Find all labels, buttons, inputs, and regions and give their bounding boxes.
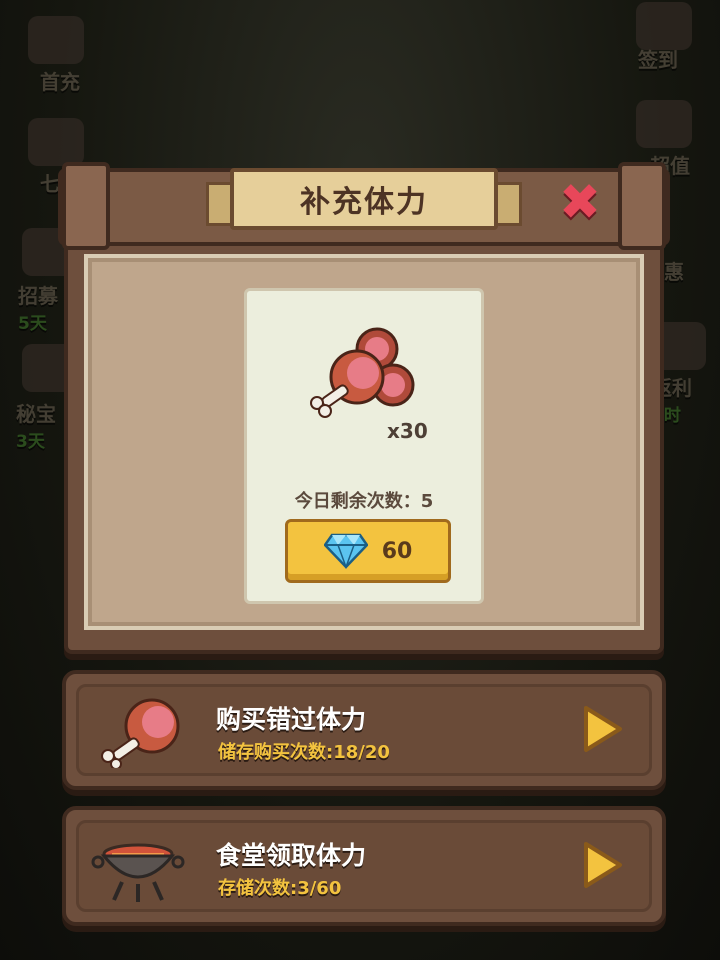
hud-label-seven: 七	[40, 172, 60, 196]
hud-label-signin: 签到	[638, 48, 678, 72]
hud-label-discount: 惠	[664, 260, 684, 284]
hud-icon-signin	[636, 2, 692, 50]
hud-label-first-charge: 首充	[40, 70, 80, 94]
buy-with-diamond-button[interactable]: 60	[285, 519, 451, 583]
option-title: 食堂领取体力	[216, 841, 367, 870]
canteen-stamina-option[interactable]: 食堂领取体力 存储次数:3/60	[62, 806, 666, 926]
hud-icon-seven	[28, 118, 84, 166]
remaining-count: 今日剩余次数：5	[294, 491, 434, 512]
diamond-icon	[323, 533, 368, 569]
hud-icon-first-charge	[28, 16, 84, 64]
close-x-icon: ✖	[559, 173, 601, 231]
hud-label-treasure: 秘宝 3天	[16, 402, 56, 452]
header-post-left	[62, 162, 110, 250]
play-arrow-icon	[584, 706, 622, 752]
play-arrow-icon	[584, 842, 622, 888]
meat-leg-icon	[101, 698, 180, 768]
stamina-item-card: x30 今日剩余次数：5 60	[244, 288, 484, 604]
option-subtitle: 储存购买次数:18/20	[218, 742, 390, 763]
price-label: 60	[381, 538, 413, 564]
grill-icon	[91, 843, 185, 902]
header-post-right	[618, 162, 666, 250]
item-quantity: x30	[387, 419, 428, 443]
hud-label-recruit: 招募 5天	[18, 284, 58, 334]
close-button[interactable]: ✖	[556, 173, 604, 231]
option-title: 购买错过体力	[216, 705, 367, 734]
buy-missed-stamina-option[interactable]: 购买错过体力 储存购买次数:18/20	[62, 670, 666, 790]
meat-leg-icon	[310, 327, 415, 418]
dialog-title: 补充体力	[230, 168, 498, 230]
hud-icon-value	[636, 100, 692, 148]
option-subtitle: 存储次数:3/60	[218, 878, 342, 899]
